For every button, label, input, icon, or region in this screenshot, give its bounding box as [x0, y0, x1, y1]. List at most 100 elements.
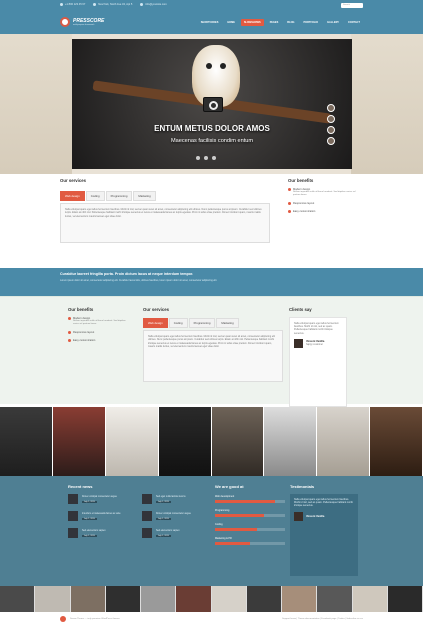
news-item[interactable]: Donec volutpat consectetur augue July 1, … — [68, 494, 134, 504]
slide-thumbnails — [327, 104, 335, 145]
slide-thumb[interactable] — [327, 137, 335, 145]
slide-dot[interactable] — [196, 156, 200, 160]
strip-photo[interactable] — [282, 586, 318, 612]
bullet-icon — [288, 210, 291, 214]
gallery-photo[interactable] — [317, 407, 371, 476]
hero-slide-image[interactable] — [72, 39, 352, 169]
tab-programming[interactable]: Programming — [105, 191, 133, 201]
testimonial-author: Vincent Vanilla — [294, 511, 354, 521]
testimonial-author: Vincent Vanilla happy customer — [294, 338, 342, 348]
news-item[interactable]: Sed elementum sapien July 1, 2013 — [142, 528, 208, 538]
gallery-photo[interactable] — [52, 407, 106, 476]
strip-photo[interactable] — [35, 586, 71, 612]
nav-item-gallery[interactable]: GALLERY — [324, 19, 342, 26]
hero-slider: ENTUM METUS DOLOR AMOS Maecenas facilisi… — [0, 34, 423, 174]
testimonials-heading: Testimonials — [290, 484, 315, 489]
slide-dot[interactable] — [204, 156, 208, 160]
bullet-icon — [68, 331, 71, 335]
nav-item-blog[interactable]: BLOG — [284, 19, 297, 26]
strip-photo[interactable] — [211, 586, 247, 612]
skill-bar — [215, 514, 285, 517]
benefit-item: Modern design Nullam imperdiet nulla ut l… — [68, 317, 128, 326]
benefit-item: Modern design Nullam imperdiet nulla ut l… — [288, 188, 363, 197]
email-info[interactable]: info@yoursite.com — [140, 3, 167, 7]
nav-item-contact[interactable]: CONTACT — [345, 19, 363, 26]
slide-thumb[interactable] — [327, 104, 335, 112]
footer-links[interactable]: Support forum | Theme documentation | Fa… — [282, 618, 363, 620]
slide-thumb[interactable] — [327, 126, 335, 134]
author-role: happy customer — [306, 343, 324, 347]
gallery-photo[interactable] — [370, 407, 423, 476]
strip-photo[interactable] — [176, 586, 212, 612]
slider-pagination — [196, 156, 216, 160]
callout-text: Lorem ipsum dolor sit amet, consectetur … — [60, 279, 218, 282]
tab-web-design[interactable]: Web design — [143, 318, 168, 328]
tab-web-design[interactable]: Web design — [60, 191, 85, 201]
site-logo[interactable]: PRESSCORE multipurpose framework — [60, 17, 104, 27]
strip-photo[interactable] — [0, 586, 36, 612]
tab-programming[interactable]: Programming — [188, 318, 216, 328]
strip-photo[interactable] — [352, 586, 388, 612]
top-info-bar: +1 800 123 45 67 NewYork, North Ave 34, … — [0, 0, 423, 10]
news-thumb — [68, 528, 78, 538]
strip-photo[interactable] — [246, 586, 282, 612]
testimonial-quote: Nulla volutpat quam eget tellus fermentu… — [294, 498, 353, 508]
nav-item-shortcodes[interactable]: SHORTCODES — [198, 19, 222, 26]
callout-title: Curabitur laoreet fringilla porta. Proin… — [60, 272, 194, 276]
slide-thumb[interactable] — [327, 115, 335, 123]
news-thumb — [142, 511, 152, 521]
bottom-widgets: Recent news Donec volutpat consectetur a… — [0, 476, 423, 586]
tab-coding[interactable]: Coding — [168, 318, 188, 328]
avatar — [294, 338, 303, 348]
skill-item: Programming — [215, 509, 285, 517]
services-section: Our services Web design Coding Programmi… — [60, 178, 363, 266]
hero-title: ENTUM METUS DOLOR AMOS — [154, 124, 270, 133]
strip-photo[interactable] — [105, 586, 141, 612]
camera-lens — [209, 101, 218, 110]
phone-icon — [60, 3, 63, 7]
gallery-photo[interactable] — [158, 407, 212, 476]
services-column: Our services Web design Coding Programmi… — [143, 307, 283, 382]
nav-item-home[interactable]: HOME — [224, 19, 238, 26]
phone-info: +1 800 123 45 67 — [60, 3, 85, 7]
tab-marketing[interactable]: Marketing — [133, 191, 156, 201]
gallery-photo[interactable] — [211, 407, 265, 476]
testimonial-card: Nulla volutpat quam eget tellus fermentu… — [289, 317, 347, 407]
benefits-heading-2: Our benefits — [68, 307, 94, 312]
clients-heading: Clients say — [289, 307, 312, 312]
services-heading-2: Our services — [143, 307, 170, 312]
gallery-photo[interactable] — [0, 407, 53, 476]
strip-photo[interactable] — [317, 586, 353, 612]
news-item[interactable]: Sed elementum sapien July 1, 2013 — [68, 528, 134, 538]
gallery-photo[interactable] — [105, 407, 159, 476]
nav-item-portfolio[interactable]: PORTFOLIO — [301, 19, 322, 26]
tab-coding[interactable]: Coding — [85, 191, 105, 201]
tab-marketing[interactable]: Marketing — [216, 318, 239, 328]
benefit-item: Easy customization — [288, 210, 363, 214]
strip-photo[interactable] — [70, 586, 106, 612]
benefits-heading: Our benefits — [288, 178, 314, 183]
news-item[interactable]: Interdum et malesuada fames ac ante July … — [68, 511, 134, 521]
benefits-column: Our benefits Modern design Nullam imperdi… — [68, 307, 128, 343]
logo-icon — [60, 17, 70, 27]
strip-photo[interactable] — [141, 586, 177, 612]
nav-item-pages[interactable]: PAGES — [267, 19, 282, 26]
bullet-icon — [288, 188, 291, 191]
search-input[interactable]: Search — [341, 2, 363, 8]
news-thumb — [68, 494, 78, 504]
footer-copyright: Dream Theme — truly premium WordPress th… — [70, 617, 120, 620]
strip-photo[interactable] — [387, 586, 423, 612]
gallery-photo[interactable] — [264, 407, 318, 476]
slide-dot[interactable] — [212, 156, 216, 160]
avatar — [294, 511, 303, 521]
owl-eye — [206, 63, 212, 69]
testimonials-widget: Testimonials Nulla volutpat quam eget te… — [290, 484, 360, 576]
features-section: Our benefits Modern design Nullam imperdi… — [0, 296, 423, 407]
bullet-icon — [68, 339, 71, 343]
news-thumb — [142, 528, 152, 538]
hero-subtitle: Maecenas facilisis condim entum — [170, 138, 254, 144]
benefit-item: Easy customization — [68, 339, 128, 343]
news-item[interactable]: Sed eget nulla lacinia viverra July 1, 20… — [142, 494, 208, 504]
nav-item-slideshows[interactable]: SLIDESHOWS — [240, 18, 264, 26]
news-item[interactable]: Donec volutpat consectetur augue July 1, … — [142, 511, 208, 521]
